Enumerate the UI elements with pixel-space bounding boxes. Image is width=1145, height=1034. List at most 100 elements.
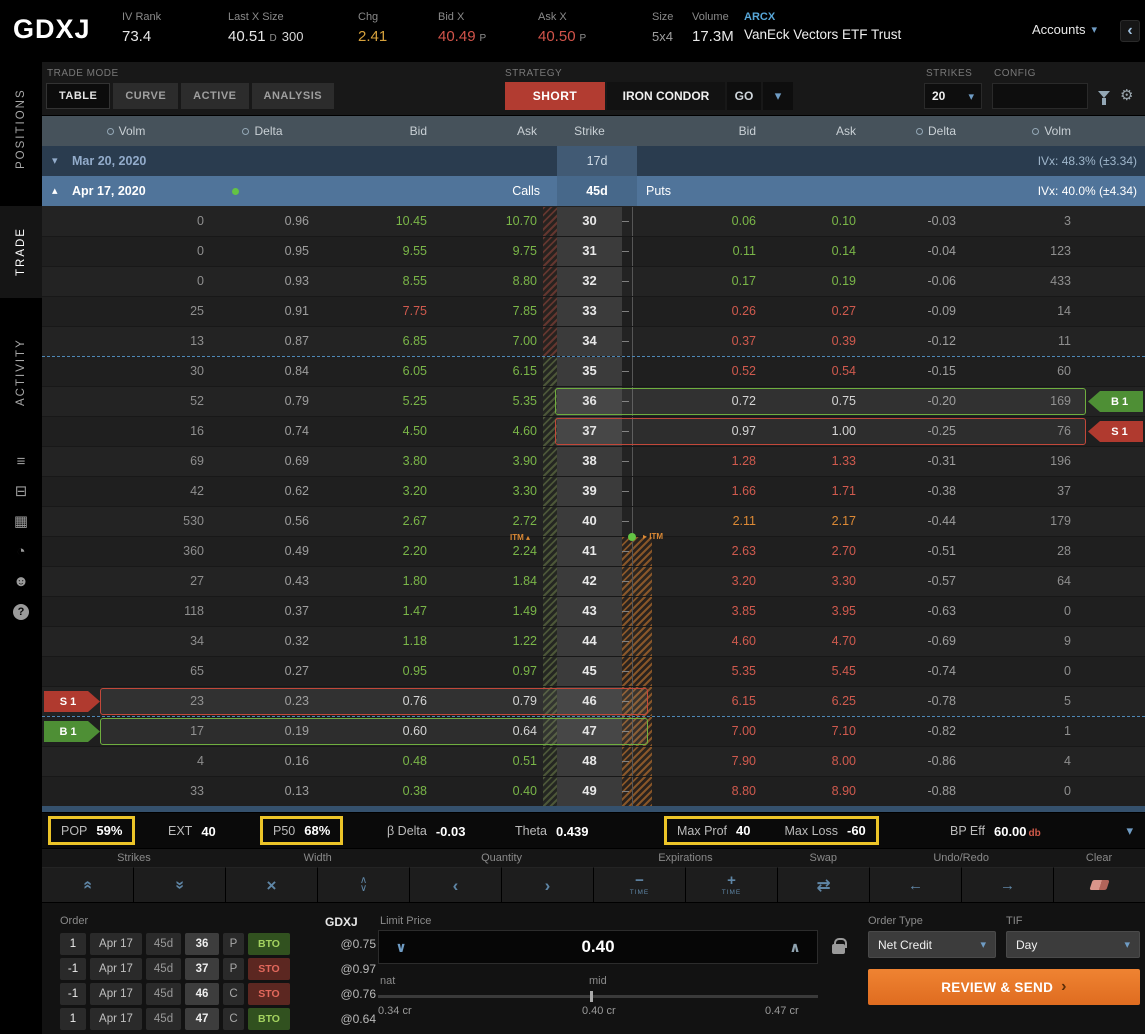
call-bid[interactable]: 0.48 xyxy=(315,747,433,776)
leg-strike[interactable]: 36 xyxy=(185,933,219,955)
leg-dte[interactable]: 45d xyxy=(146,983,181,1005)
call-bid[interactable]: 1.18 xyxy=(315,627,433,656)
leg-expiration[interactable]: Apr 17 xyxy=(90,983,142,1005)
expiration-row-apr[interactable]: ▴ Apr 17, 2020 Calls 45d Puts IVx: 40.0%… xyxy=(42,176,1145,206)
option-chain-row[interactable]: 30 0.84 6.05 6.15 35 0.52 0.54 -0.15 60 … xyxy=(42,356,1145,386)
call-ask[interactable]: 4.60 xyxy=(433,417,543,446)
width-narrow-button[interactable]: × xyxy=(226,867,318,902)
call-bid[interactable]: 0.95 xyxy=(315,657,433,686)
option-chain-row[interactable]: 0 0.93 8.55 8.80 32 0.17 0.19 -0.06 433 … xyxy=(42,266,1145,296)
tab-analysis[interactable]: ANALYSIS xyxy=(252,83,335,109)
option-chain-row[interactable]: 0 0.95 9.55 9.75 31 0.11 0.14 -0.04 123 … xyxy=(42,236,1145,266)
column-header-put-bid[interactable]: Bid xyxy=(652,116,762,146)
price-decrease-button[interactable]: ∨ xyxy=(379,939,423,956)
column-header-call-delta[interactable]: Delta xyxy=(210,116,315,146)
put-ask[interactable]: 0.27 xyxy=(762,297,862,326)
position-badge-left[interactable]: S 1 xyxy=(44,691,100,712)
option-chain-row[interactable]: 42 0.62 3.20 3.30 39 1.66 1.71 -0.38 37 … xyxy=(42,476,1145,506)
strikes-move-down-button[interactable]: » xyxy=(134,867,226,902)
review-send-button[interactable]: REVIEW & SEND › xyxy=(868,969,1140,1005)
call-bid[interactable]: 5.25 xyxy=(315,387,433,416)
swap-button[interactable]: ⇄ xyxy=(778,867,870,902)
call-ask[interactable]: 0.64 xyxy=(433,717,543,746)
leg-dte[interactable]: 45d xyxy=(146,1008,181,1030)
accounts-menu[interactable]: Accounts ▾ xyxy=(1032,22,1097,37)
option-chain-row[interactable]: 530 0.56 2.67 2.72 40 2.11 2.17 -0.44 17… xyxy=(42,506,1145,536)
leg-strike[interactable]: 46 xyxy=(185,983,219,1005)
put-bid[interactable]: 0.11 xyxy=(652,237,762,266)
call-ask[interactable]: 3.30 xyxy=(433,477,543,506)
option-chain-row[interactable]: 27 0.43 1.80 1.84 42 3.20 3.30 -0.57 64 … xyxy=(42,566,1145,596)
help-icon[interactable]: ? xyxy=(13,604,29,620)
direction-button[interactable]: SHORT xyxy=(505,82,605,110)
strike-label[interactable]: 38 xyxy=(557,447,622,476)
put-bid[interactable]: 3.85 xyxy=(652,597,762,626)
strike-label[interactable]: 46 xyxy=(557,687,622,716)
leg-action[interactable]: STO xyxy=(248,958,290,980)
call-bid[interactable]: 7.75 xyxy=(315,297,433,326)
option-chain-row[interactable]: 69 0.69 3.80 3.90 38 1.28 1.33 -0.31 196… xyxy=(42,446,1145,476)
call-ask[interactable]: 6.15 xyxy=(433,357,543,386)
strike-label[interactable]: 47 xyxy=(557,717,622,746)
put-bid[interactable]: 4.60 xyxy=(652,627,762,656)
call-ask[interactable]: 2.72 xyxy=(433,507,543,536)
column-header-call-bid[interactable]: Bid xyxy=(315,116,433,146)
put-ask[interactable]: 0.75 xyxy=(762,387,862,416)
put-ask[interactable]: 0.10 xyxy=(762,207,862,236)
call-ask[interactable]: 7.00 xyxy=(433,327,543,356)
collapse-stats-button[interactable]: ▾ xyxy=(1126,813,1133,849)
strikes-count-select[interactable]: 20 ▾ xyxy=(924,83,982,109)
put-bid[interactable]: 0.26 xyxy=(652,297,762,326)
put-ask[interactable]: 0.19 xyxy=(762,267,862,296)
call-ask[interactable]: 7.85 xyxy=(433,297,543,326)
put-ask[interactable]: 3.30 xyxy=(762,567,862,596)
call-bid[interactable]: 0.76 xyxy=(315,687,433,716)
put-ask[interactable]: 6.25 xyxy=(762,687,862,716)
put-bid[interactable]: 1.28 xyxy=(652,447,762,476)
go-button[interactable]: GO xyxy=(727,82,761,110)
strike-label[interactable]: 44 xyxy=(557,627,622,656)
option-chain-row[interactable]: 360 0.49 2.20 2.24 41 2.63 2.70 -0.51 28… xyxy=(42,536,1145,566)
follow-traders-icon[interactable]: ☻ xyxy=(11,574,31,589)
quantity-increase-button[interactable]: › xyxy=(502,867,594,902)
put-bid[interactable]: 3.20 xyxy=(652,567,762,596)
price-increase-button[interactable]: ∧ xyxy=(773,939,817,956)
journal-icon[interactable]: ⊟ xyxy=(11,484,31,499)
column-header-strike[interactable]: Strike xyxy=(557,116,622,146)
put-ask[interactable]: 2.70 xyxy=(762,537,862,566)
call-bid[interactable]: 1.47 xyxy=(315,597,433,626)
put-bid[interactable]: 8.80 xyxy=(652,777,762,806)
leg-dte[interactable]: 45d xyxy=(146,958,181,980)
leg-expiration[interactable]: Apr 17 xyxy=(90,1008,142,1030)
leg-action[interactable]: BTO xyxy=(248,933,290,955)
call-bid[interactable]: 2.20 xyxy=(315,537,433,566)
history-icon[interactable]: ◔ xyxy=(11,544,31,559)
call-ask[interactable]: 9.75 xyxy=(433,237,543,266)
call-ask[interactable]: 0.40 xyxy=(433,777,543,806)
limit-price-value[interactable]: 0.40 xyxy=(423,937,773,957)
expiration-row-mar[interactable]: ▾ Mar 20, 2020 17d IVx: 48.3% (±3.34) xyxy=(42,146,1145,176)
leg-dte[interactable]: 45d xyxy=(146,933,181,955)
strike-label[interactable]: 33 xyxy=(557,297,622,326)
leg-option-type[interactable]: C xyxy=(223,1008,244,1030)
put-bid[interactable]: 0.06 xyxy=(652,207,762,236)
call-bid[interactable]: 6.05 xyxy=(315,357,433,386)
call-bid[interactable]: 6.85 xyxy=(315,327,433,356)
strike-label[interactable]: 42 xyxy=(557,567,622,596)
call-bid[interactable]: 3.80 xyxy=(315,447,433,476)
put-ask[interactable]: 2.17 xyxy=(762,507,862,536)
leg-strike[interactable]: 47 xyxy=(185,1008,219,1030)
column-header-put-volume[interactable]: Volm xyxy=(962,116,1077,146)
strikes-move-up-button[interactable]: « xyxy=(42,867,134,902)
option-chain-row[interactable]: 17 0.19 0.60 0.64 47 7.00 7.10 -0.82 1 B… xyxy=(42,716,1145,746)
watchlist-icon[interactable]: ≡ xyxy=(11,454,31,469)
expiration-earlier-button[interactable]: −TIME xyxy=(594,867,686,902)
leg-option-type[interactable]: C xyxy=(223,983,244,1005)
column-header-put-delta[interactable]: Delta xyxy=(862,116,962,146)
sidebar-tab-trade[interactable]: TRADE xyxy=(0,206,42,298)
put-bid[interactable]: 6.15 xyxy=(652,687,762,716)
strike-label[interactable]: 48 xyxy=(557,747,622,776)
option-chain-row[interactable]: 65 0.27 0.95 0.97 45 5.35 5.45 -0.74 0 I… xyxy=(42,656,1145,686)
call-ask[interactable]: 0.51 xyxy=(433,747,543,776)
put-ask[interactable]: 3.95 xyxy=(762,597,862,626)
